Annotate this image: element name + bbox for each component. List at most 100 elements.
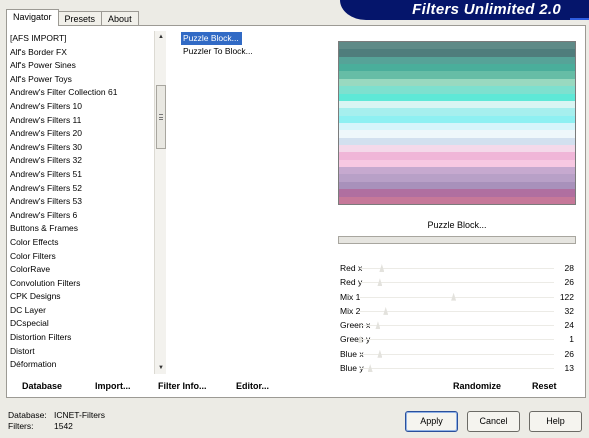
tab-about[interactable]: About bbox=[101, 11, 139, 26]
category-item[interactable]: Color Filters bbox=[10, 250, 153, 264]
category-item[interactable]: Alf's Power Toys bbox=[10, 73, 153, 87]
preview-stripe bbox=[339, 152, 575, 160]
slider-track[interactable] bbox=[360, 310, 554, 312]
slider-value: 24 bbox=[564, 320, 574, 331]
slider-value: 122 bbox=[559, 291, 574, 302]
slider-track[interactable] bbox=[360, 339, 554, 341]
slider-value: 32 bbox=[564, 305, 574, 316]
scroll-up-icon[interactable]: ▲ bbox=[156, 32, 166, 42]
tab-presets[interactable]: Presets bbox=[57, 11, 103, 26]
preview-stripe bbox=[339, 122, 575, 131]
slider-row[interactable]: Blue x 26 bbox=[338, 347, 576, 361]
title-banner: Filters Unlimited 2.0 bbox=[340, 0, 589, 20]
slider-track[interactable] bbox=[360, 282, 554, 284]
category-item[interactable]: Andrew's Filters 51 bbox=[10, 168, 153, 182]
preview-stripe bbox=[339, 145, 575, 153]
scroll-thumb[interactable] bbox=[156, 85, 166, 149]
category-item[interactable]: DCspecial bbox=[10, 317, 153, 331]
category-item[interactable]: CPK Designs bbox=[10, 290, 153, 304]
scroll-down-icon[interactable]: ▼ bbox=[156, 363, 166, 373]
preview-stripe bbox=[339, 56, 575, 65]
slider-label: Mix 2 bbox=[340, 305, 361, 316]
slider-value: 28 bbox=[564, 263, 574, 273]
category-item[interactable]: ColorRave bbox=[10, 263, 153, 277]
database-button[interactable]: Database bbox=[22, 381, 62, 391]
filter-list: Puzzle Block... Puzzler To Block... bbox=[181, 32, 331, 58]
slider-row[interactable]: Green y1 bbox=[338, 332, 576, 346]
slider-row[interactable]: Green x 24 bbox=[338, 318, 576, 332]
preview-stripe bbox=[339, 115, 575, 123]
preview-stripe bbox=[339, 196, 575, 204]
filter-name-display: Puzzle Block... bbox=[338, 216, 576, 235]
category-item[interactable]: Color Effects bbox=[10, 236, 153, 250]
slider-track[interactable] bbox=[360, 296, 554, 298]
preview-stripe bbox=[339, 93, 575, 101]
preview-stripe bbox=[339, 49, 575, 57]
status-footer: Database: ICNET-Filters Filters: 1542 bbox=[8, 410, 105, 432]
filter-item-puzzler-to-block[interactable]: Puzzler To Block... bbox=[181, 45, 331, 58]
apply-button[interactable]: Apply bbox=[405, 411, 458, 432]
filter-preview bbox=[338, 41, 576, 205]
reset-button[interactable]: Reset bbox=[532, 381, 557, 391]
category-item[interactable]: [AFS IMPORT] bbox=[10, 32, 153, 46]
preview-stripe bbox=[339, 42, 575, 50]
category-item[interactable]: Andrew's Filters 32 bbox=[10, 154, 153, 168]
database-value: ICNET-Filters bbox=[54, 410, 105, 420]
filters-count-value: 1542 bbox=[54, 421, 73, 431]
cancel-button[interactable]: Cancel bbox=[467, 411, 520, 432]
slider-value: 13 bbox=[564, 363, 574, 374]
slider-row[interactable]: Red x 28 bbox=[338, 261, 576, 275]
category-item[interactable]: Distortion Filters bbox=[10, 331, 153, 345]
category-scrollbar[interactable]: ▲ ▼ bbox=[154, 31, 166, 374]
preview-stripe bbox=[339, 108, 575, 116]
category-item[interactable]: Alf's Power Sines bbox=[10, 59, 153, 73]
slider-label: Mix 1 bbox=[340, 291, 361, 302]
help-button[interactable]: Help bbox=[529, 411, 582, 432]
editor-button[interactable]: Editor... bbox=[236, 381, 269, 391]
category-item[interactable]: Distort bbox=[10, 345, 153, 359]
slider-row[interactable]: Mix 1 122 bbox=[338, 290, 576, 304]
preview-stripe bbox=[339, 167, 575, 175]
category-item[interactable]: Déformation bbox=[10, 358, 153, 372]
slider-track[interactable] bbox=[360, 353, 554, 355]
preview-stripe bbox=[339, 71, 575, 79]
slider-row[interactable]: Blue y 13 bbox=[338, 361, 576, 375]
category-item[interactable]: Andrew's Filters 10 bbox=[10, 100, 153, 114]
preview-stripe bbox=[339, 100, 575, 109]
category-item[interactable]: Buttons & Frames bbox=[10, 222, 153, 236]
randomize-button[interactable]: Randomize bbox=[453, 381, 501, 391]
import-button[interactable]: Import... bbox=[95, 381, 131, 391]
preview-stripe bbox=[339, 86, 575, 94]
category-item[interactable]: Andrew's Filters 20 bbox=[10, 127, 153, 141]
preview-stripe bbox=[339, 64, 575, 72]
database-label: Database: bbox=[8, 410, 47, 420]
filter-item-puzzle-block[interactable]: Puzzle Block... bbox=[181, 32, 242, 45]
category-item[interactable]: Andrew's Filters 52 bbox=[10, 182, 153, 196]
filters-count-label: Filters: bbox=[8, 421, 34, 431]
category-list[interactable]: [AFS IMPORT] Alf's Border FX Alf's Power S… bbox=[10, 32, 153, 374]
preview-stripe bbox=[339, 78, 575, 87]
tab-navigator[interactable]: Navigator bbox=[6, 9, 59, 26]
filter-info-button[interactable]: Filter Info... bbox=[158, 381, 207, 391]
category-item[interactable]: Convolution Filters bbox=[10, 277, 153, 291]
slider-value: 26 bbox=[564, 277, 574, 288]
slider-track[interactable] bbox=[360, 325, 554, 327]
preview-stripe bbox=[339, 181, 575, 190]
app-title: Filters Unlimited 2.0 bbox=[412, 1, 561, 18]
preview-stripe bbox=[339, 137, 575, 146]
category-item[interactable]: Andrew's Filter Collection 61 bbox=[10, 86, 153, 100]
slider-track[interactable] bbox=[360, 368, 554, 370]
slider-label: Red y bbox=[340, 277, 363, 288]
category-item[interactable]: Alf's Border FX bbox=[10, 46, 153, 60]
category-item[interactable]: Andrew's Filters 11 bbox=[10, 114, 153, 128]
category-item[interactable]: Andrew's Filters 30 bbox=[10, 141, 153, 155]
preview-stripe bbox=[339, 159, 575, 168]
slider-row[interactable]: Red y 26 bbox=[338, 275, 576, 289]
slider-track[interactable] bbox=[360, 268, 554, 269]
category-item[interactable]: Andrew's Filters 6 bbox=[10, 209, 153, 223]
parameter-sliders: Red x 28 Red y 26 Mix 1 122 Mix 2 32 Green x 24 Gr… bbox=[338, 261, 576, 375]
progress-bar bbox=[338, 236, 576, 244]
slider-row[interactable]: Mix 2 32 bbox=[338, 304, 576, 318]
category-item[interactable]: Andrew's Filters 53 bbox=[10, 195, 153, 209]
category-item[interactable]: DC Layer bbox=[10, 304, 153, 318]
